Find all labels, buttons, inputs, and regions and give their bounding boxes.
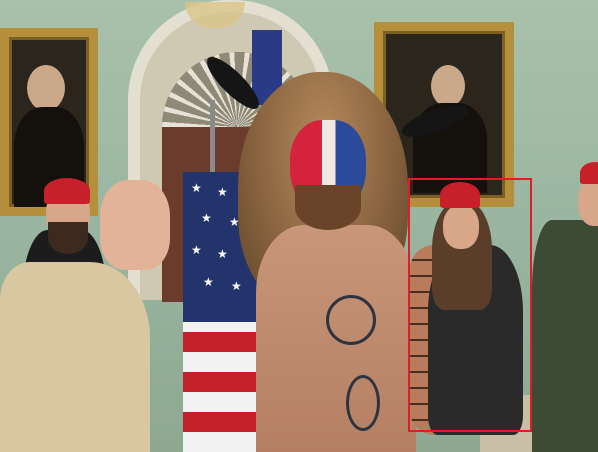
red-cap: [580, 162, 598, 184]
red-cap: [44, 178, 90, 204]
red-highlight-box: [408, 178, 532, 432]
foreground-person-left: [0, 262, 150, 452]
beard: [295, 185, 361, 230]
background-person-right: [532, 220, 598, 452]
star-icon: ★: [231, 279, 242, 293]
star-icon: ★: [203, 275, 214, 289]
background-person-head: [578, 178, 598, 226]
star-icon: ★: [217, 185, 228, 199]
flag-pole: [210, 100, 215, 180]
bare-torso: [256, 225, 416, 452]
chest-tattoo: [326, 295, 376, 345]
portrait-head: [431, 65, 465, 107]
star-icon: ★: [191, 243, 202, 257]
star-icon: ★: [191, 181, 202, 195]
stomach-tattoo: [346, 375, 380, 431]
portrait-head: [27, 65, 65, 111]
beard: [48, 222, 88, 254]
photo-scene: ★ ★ ★ ★ ★ ★ ★ ★ ★ ★: [0, 0, 598, 452]
star-icon: ★: [201, 211, 212, 225]
raised-hand: [100, 180, 170, 270]
star-icon: ★: [217, 247, 228, 261]
